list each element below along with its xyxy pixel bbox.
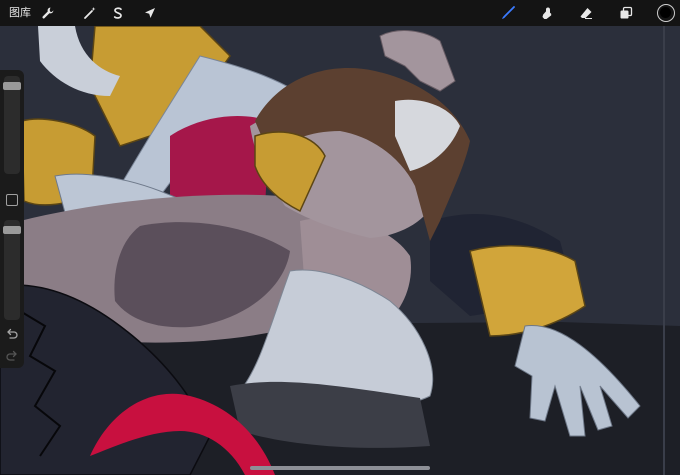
brush-size-thumb[interactable] [3,82,21,91]
opacity-slider[interactable] [3,220,21,320]
magic-wand-icon [84,7,96,19]
eraser-tool-button[interactable] [576,3,596,23]
undo-button[interactable] [5,326,19,340]
selection-s-icon [113,7,122,19]
smudge-finger-icon [542,7,552,19]
brush-icon [502,6,515,19]
actions-button[interactable] [38,3,58,23]
eraser-icon [580,8,592,19]
brush-size-slider[interactable] [3,76,21,174]
undo-icon [7,328,18,339]
gallery-link[interactable]: 图库 [9,5,31,20]
color-swatch-button[interactable] [657,4,675,22]
redo-button[interactable] [5,348,19,362]
home-indicator[interactable] [250,466,430,470]
artwork [0,26,680,475]
canvas-edge [663,26,665,475]
smudge-tool-button[interactable] [537,3,557,23]
redo-icon [6,350,17,361]
color-swatch-icon [660,7,671,18]
brush-tool-button[interactable] [498,3,518,23]
modify-button[interactable] [6,194,18,206]
opacity-thumb[interactable] [3,226,21,235]
layers-icon [620,6,633,19]
selection-button[interactable] [108,3,128,23]
drawing-canvas[interactable] [0,26,680,475]
layers-button[interactable] [616,3,636,23]
left-sidebar [0,70,24,368]
top-toolbar: 图库 [0,0,680,26]
arrow-cursor-icon [145,8,155,18]
wrench-icon [42,7,54,19]
adjustments-button[interactable] [80,3,100,23]
transform-button[interactable] [140,3,160,23]
